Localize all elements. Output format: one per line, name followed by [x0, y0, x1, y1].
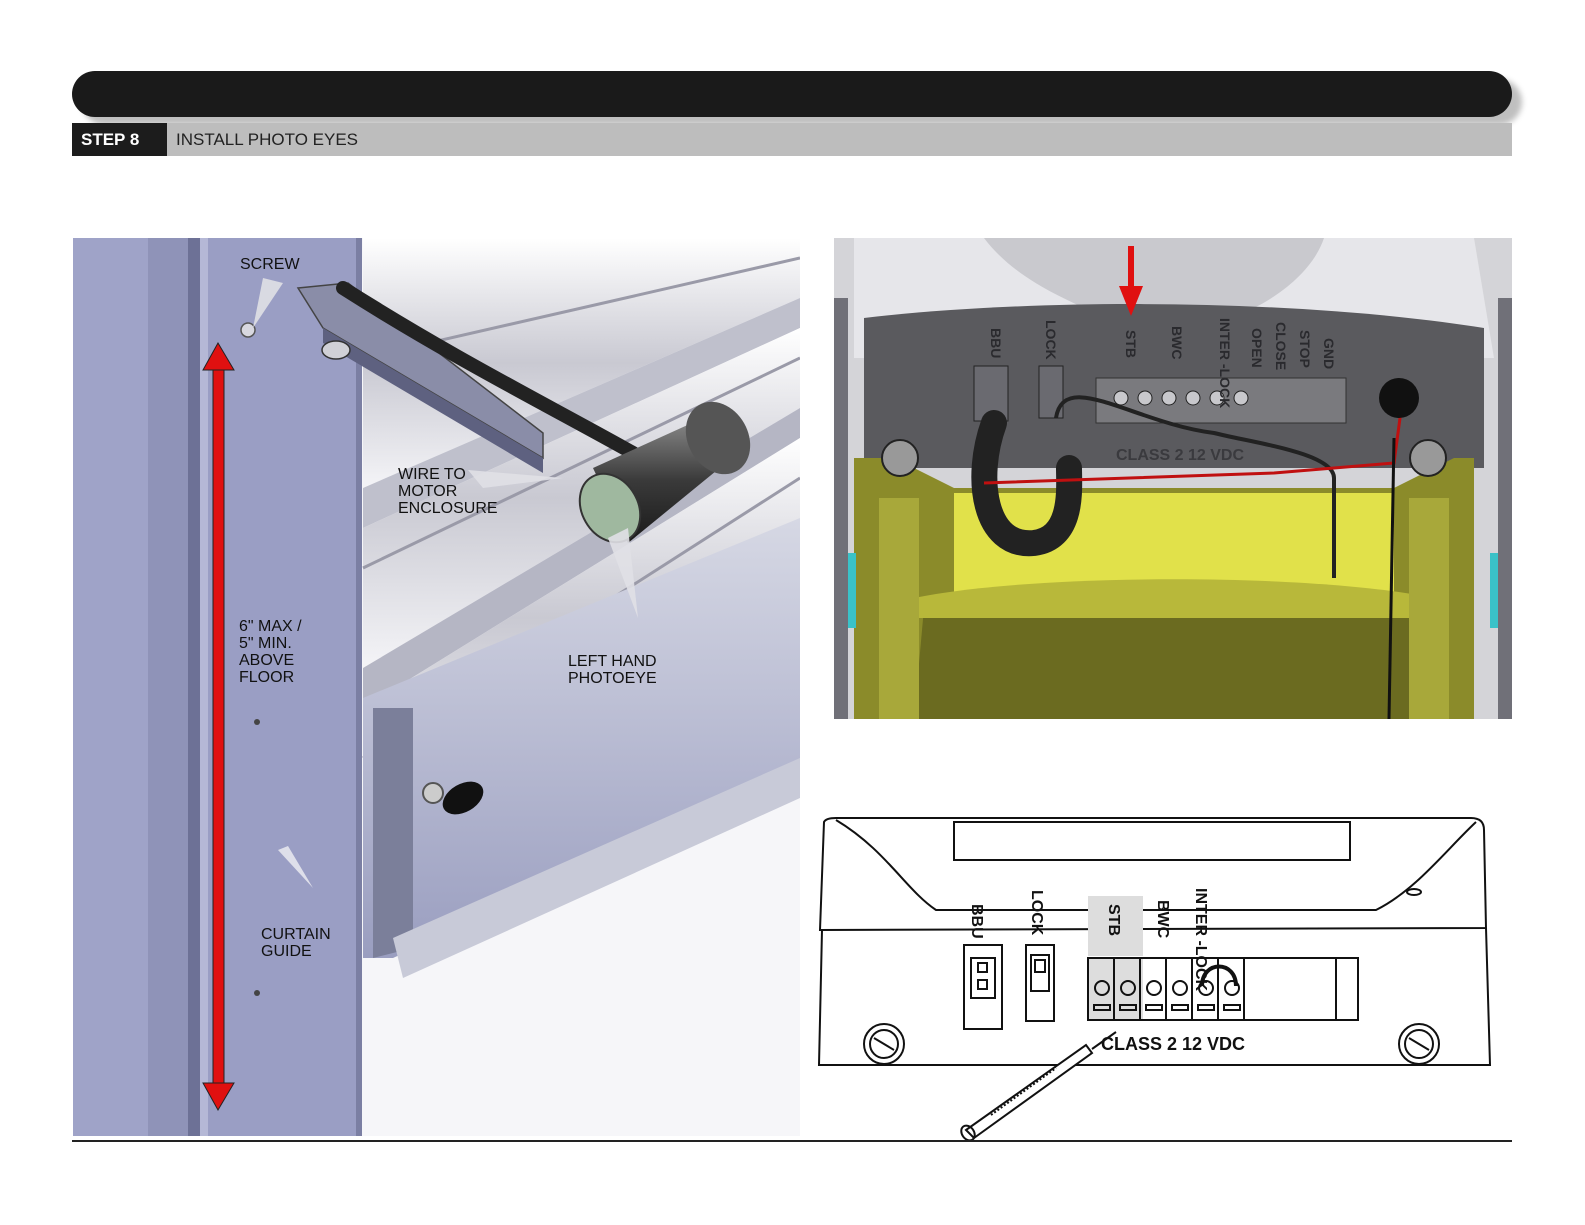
step-title: INSTALL PHOTO EYES	[176, 129, 359, 149]
photoeye-callout: LEFT HAND PHOTOEYE	[568, 653, 657, 687]
label-interlock-3d: INTER -LOCK	[1217, 318, 1233, 408]
enclosure-diagram-figure: BBU LOCK STB BWC INTER -LOCK CLASS 2 12 …	[816, 800, 1506, 1140]
label-stb-diagram: STB	[1105, 904, 1122, 936]
label-bwc-3d: BWC	[1169, 326, 1185, 359]
yellow-enclosure	[854, 458, 1474, 719]
label-close-3d: CLOSE	[1273, 322, 1289, 370]
header-bar	[72, 71, 1512, 117]
board-label-diagram: CLASS 2 12 VDC	[1101, 1034, 1245, 1054]
label-bbu-diagram: BBU	[968, 904, 985, 939]
label-stop-3d: STOP	[1297, 330, 1313, 368]
label-interlock-diagram: INTER -LOCK	[1192, 888, 1209, 992]
height-callout: 6" MAX / 5" MIN. ABOVE FLOOR	[239, 618, 302, 686]
enclosure-3d-figure: BBU LOCK STB BWC INTER -LOCK OPEN CLOSE …	[834, 238, 1512, 719]
enclosure-line-diagram: BBU LOCK STB BWC INTER -LOCK CLASS 2 12 …	[817, 817, 1492, 1140]
label-lock-3d: LOCK	[1043, 320, 1059, 360]
step-strip: STEP 8 INSTALL PHOTO EYES	[72, 123, 1512, 156]
wire-callout: WIRE TO MOTOR ENCLOSURE	[398, 466, 498, 517]
label-bbu-3d: BBU	[988, 328, 1004, 358]
lock-connector	[1025, 944, 1055, 1022]
label-bwc-diagram: BWC	[1154, 900, 1171, 939]
photoeye-installation-figure: SCREW WIRE TO MOTOR ENCLOSURE 6" MAX / 5…	[73, 238, 800, 1136]
footer-rule	[72, 1140, 1512, 1142]
photoeye-illustration	[73, 238, 800, 1136]
curtain-guide-callout: CURTAIN GUIDE	[261, 926, 331, 960]
screw-callout: SCREW	[240, 256, 300, 273]
screwdriver-icon	[960, 1031, 1117, 1140]
bbu-connector	[963, 944, 1003, 1030]
label-open-3d: OPEN	[1249, 328, 1265, 368]
label-stb-3d: STB	[1123, 330, 1139, 358]
enclosure-3d-illustration: BBU LOCK STB BWC INTER -LOCK OPEN CLOSE …	[834, 238, 1512, 719]
label-gnd-3d: GND	[1321, 338, 1337, 369]
board-label-3d: CLASS 2 12 VDC	[1116, 447, 1244, 464]
step-badge: STEP 8	[72, 123, 167, 156]
label-lock-diagram: LOCK	[1028, 890, 1045, 936]
